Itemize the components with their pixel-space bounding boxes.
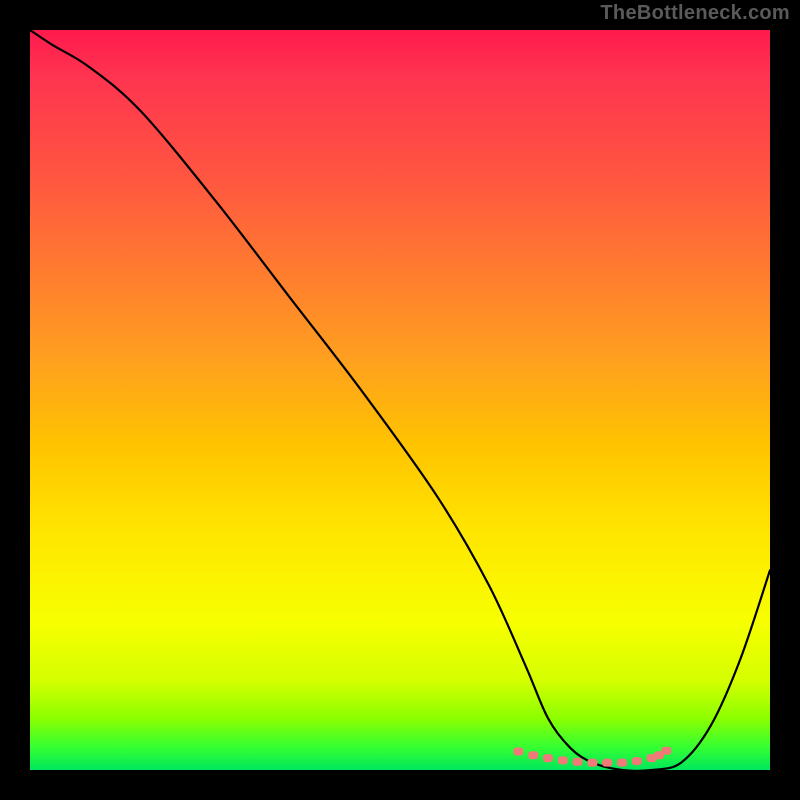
optimal-band-dot <box>513 748 523 756</box>
plot-area <box>30 30 770 770</box>
optimal-band-dot <box>528 751 538 759</box>
optimal-band-dot <box>661 747 671 755</box>
chart-frame: TheBottleneck.com <box>0 0 800 800</box>
optimal-band-dot <box>573 758 583 766</box>
optimal-band-dot <box>587 759 597 767</box>
bottleneck-curve-path <box>30 30 770 770</box>
optimal-band-dot <box>543 754 553 762</box>
optimal-band-dot <box>558 756 568 764</box>
chart-svg <box>30 30 770 770</box>
optimal-band-dots <box>513 747 671 767</box>
watermark-text: TheBottleneck.com <box>600 2 790 25</box>
optimal-band-dot <box>617 759 627 767</box>
optimal-band-dot <box>602 759 612 767</box>
optimal-band-dot <box>632 757 642 765</box>
